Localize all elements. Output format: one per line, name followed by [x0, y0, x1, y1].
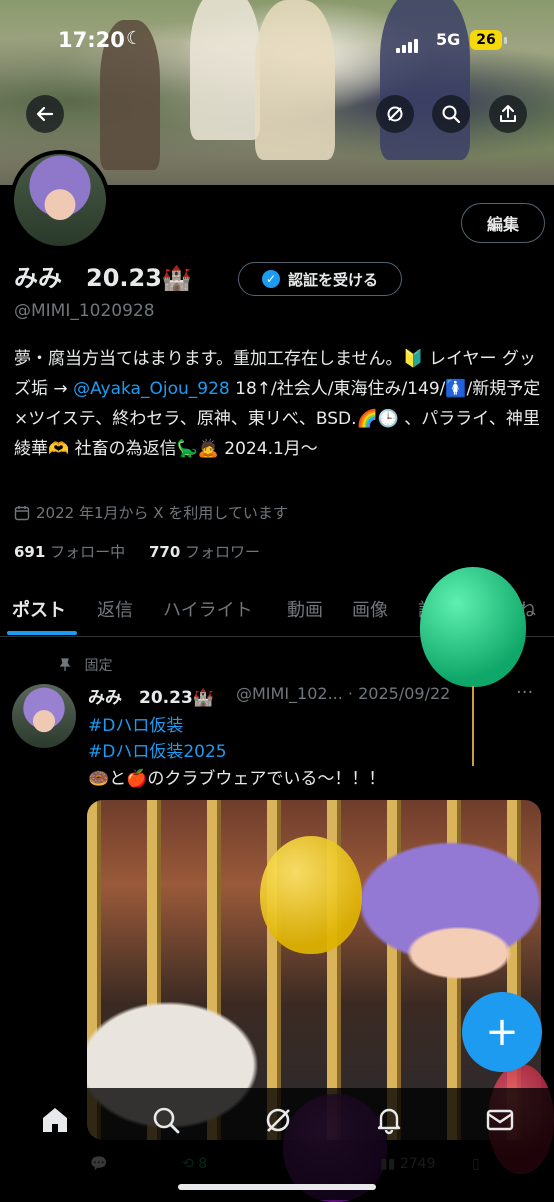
- nav-messages[interactable]: [482, 1102, 518, 1138]
- post-more-button[interactable]: ···: [516, 682, 533, 703]
- grok-button[interactable]: [376, 95, 414, 133]
- moon-icon: ☾: [126, 28, 143, 49]
- battery-level: 26: [470, 30, 502, 50]
- home-icon: [43, 1108, 67, 1132]
- search-button[interactable]: [432, 95, 470, 133]
- compose-plus-icon: +: [485, 1009, 519, 1055]
- tab-posts[interactable]: ポスト: [12, 596, 66, 622]
- share-button[interactable]: [489, 95, 527, 133]
- tab-highlights[interactable]: ハイライト: [163, 596, 253, 622]
- joined-label: 2022 年1月から X を利用しています: [36, 504, 288, 522]
- nav-search[interactable]: [148, 1102, 184, 1138]
- nav-home[interactable]: [37, 1102, 73, 1138]
- bio-mention-link[interactable]: @Ayaka_Ojou_928: [73, 379, 230, 399]
- back-arrow-icon: [36, 106, 54, 122]
- share-icon: [500, 105, 516, 122]
- profile-bio: 夢・腐当方当てはまります。重加工存在しません。🔰 レイヤー グッズ垢 → @Ay…: [14, 344, 544, 464]
- search-icon: [442, 105, 461, 124]
- followers-link[interactable]: 770 フォロワー: [149, 543, 260, 561]
- battery-cap: [504, 37, 507, 44]
- nav-notifications[interactable]: [371, 1102, 407, 1138]
- nav-grok[interactable]: [260, 1102, 296, 1138]
- profile-handle: @MIMI_1020928: [14, 301, 155, 321]
- status-time: 17:20: [58, 28, 125, 52]
- balloon-string: [472, 686, 474, 766]
- post-author-handle[interactable]: @MIMI_102... · 2025/09/22: [236, 684, 450, 703]
- following-link[interactable]: 691 フォロー中: [14, 543, 125, 561]
- home-indicator: [178, 1184, 376, 1190]
- edit-profile-button[interactable]: 編集: [461, 203, 545, 243]
- bell-icon: [377, 1108, 401, 1135]
- pin-icon: [59, 658, 71, 671]
- network-type: 5G: [436, 30, 461, 49]
- tab-replies[interactable]: 返信: [97, 596, 133, 622]
- mail-icon: [486, 1109, 514, 1131]
- post-author-avatar[interactable]: [12, 684, 76, 748]
- post-author-name[interactable]: みみ 20.23🏰: [88, 683, 214, 708]
- verified-check-icon: ✓: [261, 270, 280, 288]
- status-bar: 17:20 ☾ 5G 26: [0, 0, 554, 86]
- grok-icon: [266, 1108, 290, 1132]
- display-name: みみ 20.23🏰: [14, 264, 192, 292]
- signal-icon: [396, 34, 420, 53]
- compose-post-button[interactable]: +: [462, 992, 542, 1072]
- post-hashtag-link[interactable]: #Dハロ仮装2025: [88, 737, 227, 762]
- post-hashtag-link[interactable]: #Dハロ仮装: [88, 711, 183, 736]
- pinned-label-row: 固定: [58, 655, 112, 675]
- search-icon: [153, 1107, 180, 1134]
- joined-date: 2022 年1月から X を利用しています: [14, 502, 288, 523]
- calendar-icon: [14, 505, 30, 520]
- profile-avatar[interactable]: [10, 150, 110, 250]
- balloon-decoration: [420, 567, 526, 687]
- back-button[interactable]: [26, 95, 64, 133]
- tab-media[interactable]: 画像: [352, 596, 388, 622]
- active-tab-indicator: [7, 631, 77, 635]
- balloon-decoration: [260, 836, 362, 954]
- pinned-label: 固定: [84, 658, 113, 674]
- follow-stats: 691 フォロー中 770 フォロワー: [14, 541, 260, 562]
- post-text: 🍩と🍎のクラブウェアでいる〜！！！: [88, 769, 386, 789]
- tab-videos[interactable]: 動画: [287, 596, 323, 622]
- get-verified-label: 認証を受ける: [287, 270, 378, 289]
- get-verified-button[interactable]: ✓ 認証を受ける: [238, 262, 402, 296]
- x-grok-icon: [387, 106, 403, 122]
